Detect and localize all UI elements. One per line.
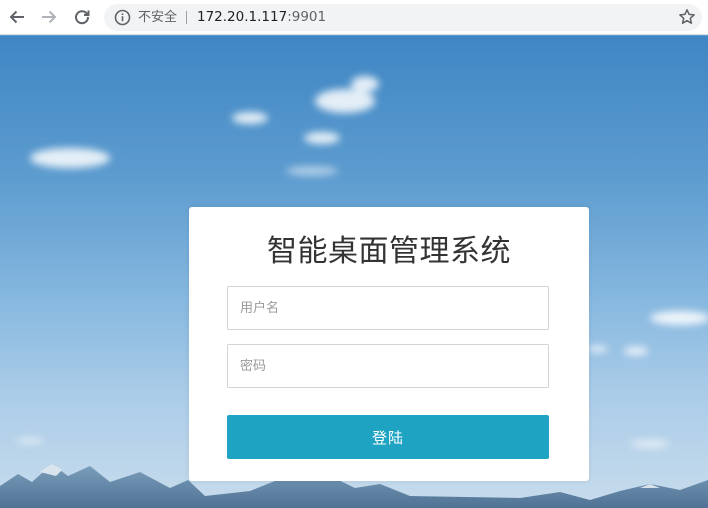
address-divider — [186, 11, 187, 24]
password-input[interactable] — [227, 344, 549, 388]
security-status-label[interactable]: 不安全 — [138, 9, 177, 26]
back-button[interactable] — [6, 6, 28, 28]
arrow-left-icon — [9, 10, 24, 24]
login-title: 智能桌面管理系统 — [267, 234, 511, 269]
login-card: 智能桌面管理系统 登陆 — [189, 207, 589, 481]
login-button[interactable]: 登陆 — [227, 415, 549, 459]
reload-icon — [75, 10, 90, 25]
browser-toolbar: 不安全 172.20.1.117:9901 — [0, 0, 708, 35]
username-input[interactable] — [227, 286, 549, 330]
reload-button[interactable] — [71, 6, 93, 28]
forward-button[interactable] — [38, 6, 60, 28]
url-host: 172.20.1.117 — [197, 9, 288, 25]
url-text[interactable]: 172.20.1.117:9901 — [197, 9, 326, 26]
url-port: :9901 — [287, 9, 327, 25]
bookmark-star-icon[interactable] — [678, 8, 696, 26]
info-icon[interactable] — [114, 9, 131, 26]
address-bar[interactable]: 不安全 172.20.1.117:9901 — [104, 4, 702, 31]
arrow-right-icon — [42, 10, 57, 24]
